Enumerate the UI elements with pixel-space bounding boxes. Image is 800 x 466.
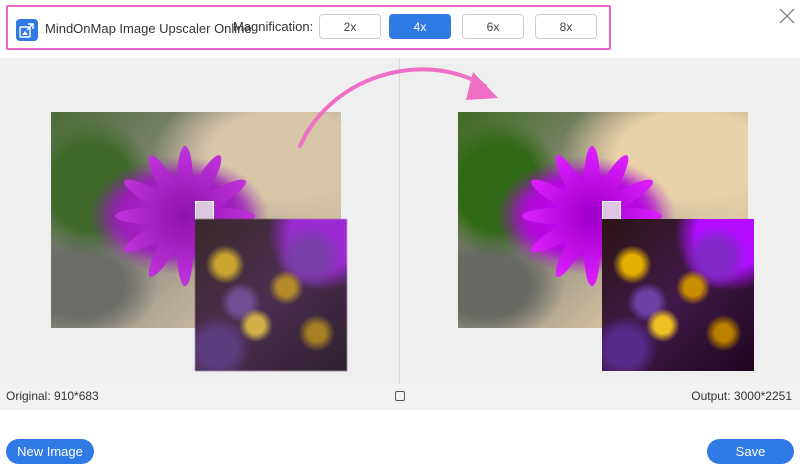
magnification-label: Magnification: — [233, 19, 314, 34]
close-icon[interactable] — [778, 7, 796, 25]
header: MindOnMap Image Upscaler Online Magnific… — [0, 0, 800, 58]
magnification-4x-button[interactable]: 4x — [389, 14, 451, 39]
info-bar: Original: 910*683 Output: 3000*2251 — [0, 384, 800, 410]
magnification-6x-button[interactable]: 6x — [462, 14, 524, 39]
image-upscale-icon — [16, 19, 38, 41]
output-size-label: Output: 3000*2251 — [691, 389, 792, 403]
zoom-selector-output[interactable] — [602, 201, 621, 220]
compare-toggle-icon[interactable] — [395, 391, 405, 401]
arrow-icon — [298, 67, 498, 148]
zoom-selector-original[interactable] — [195, 201, 214, 220]
magnification-8x-button[interactable]: 8x — [535, 14, 597, 39]
magnification-2x-button[interactable]: 2x — [319, 14, 381, 39]
upscaler-dialog: MindOnMap Image Upscaler Online Magnific… — [0, 0, 800, 466]
app-title: MindOnMap Image Upscaler Online — [45, 21, 252, 36]
save-button[interactable]: Save — [707, 439, 794, 464]
output-zoom-detail — [602, 219, 754, 371]
new-image-button[interactable]: New Image — [6, 439, 94, 464]
original-zoom-detail — [195, 219, 347, 371]
original-size-label: Original: 910*683 — [6, 389, 99, 403]
